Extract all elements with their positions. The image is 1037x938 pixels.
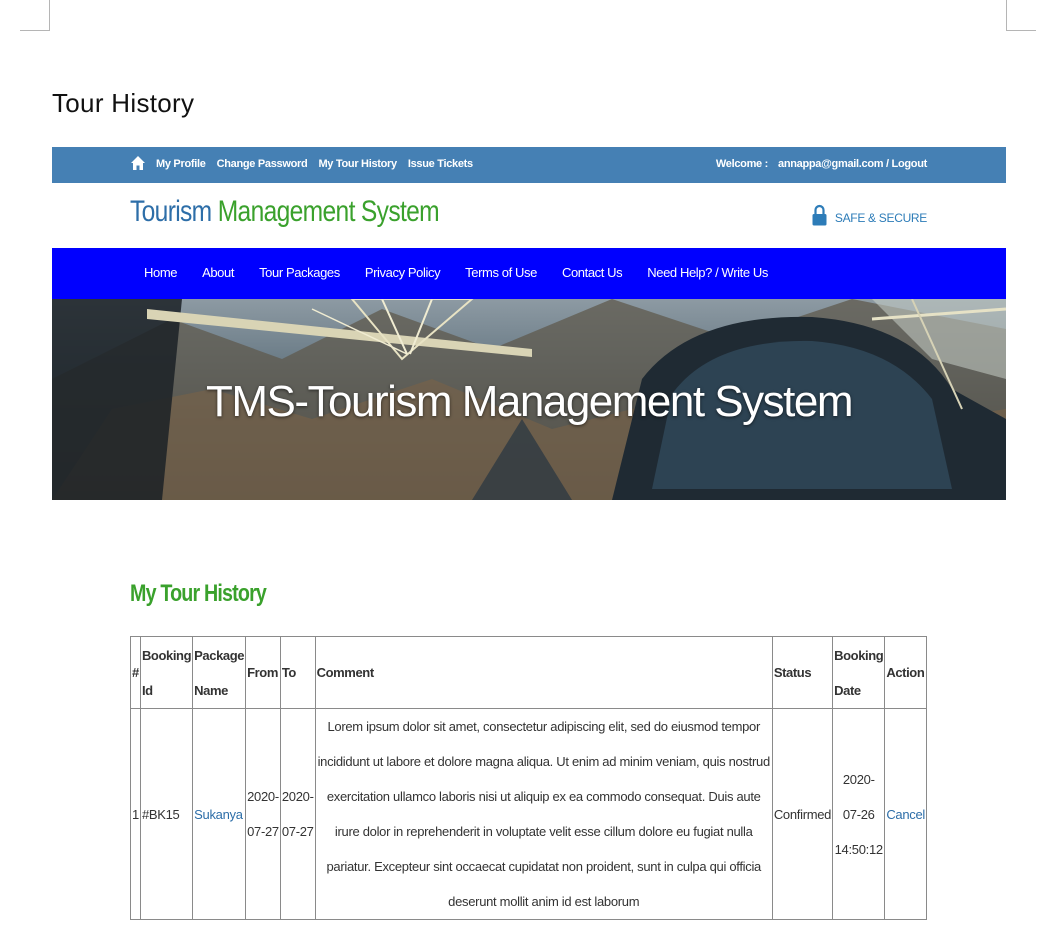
column-header-number: # <box>130 636 141 709</box>
cell-package-name: Sukanya <box>192 708 247 920</box>
cell-status: Confirmed <box>771 708 834 920</box>
package-link[interactable]: Sukanya <box>194 807 243 822</box>
tour-history-table: # Booking Id Package Name From To Commen… <box>130 636 927 920</box>
nav-contact-us[interactable]: Contact Us <box>562 265 623 280</box>
logo-part-2: Management System <box>217 195 440 228</box>
nav-need-help[interactable]: Need Help? / Write Us <box>647 265 768 280</box>
column-header-status: Status <box>771 636 834 709</box>
page-corner-mark <box>49 0 50 30</box>
logout-link[interactable]: annappa@gmail.com / Logout <box>778 158 927 170</box>
nav-home[interactable]: Home <box>144 265 177 280</box>
nav-change-password[interactable]: Change Password <box>217 158 308 170</box>
column-header-action: Action <box>884 636 927 709</box>
nav-tour-packages[interactable]: Tour Packages <box>259 265 340 280</box>
column-header-booking-id: Booking Id <box>139 636 194 709</box>
website-screenshot: My Profile Change Password My Tour Histo… <box>52 147 1006 500</box>
hero-banner: TMS-Tourism Management System <box>52 299 1006 500</box>
secure-label: SAFE & SECURE <box>834 211 927 225</box>
column-header-from: From <box>245 636 281 709</box>
column-header-to: To <box>279 636 316 709</box>
cell-from: 2020-07-27 <box>245 708 281 920</box>
welcome-label: Welcome : <box>715 158 768 170</box>
nav-about[interactable]: About <box>202 265 234 280</box>
page-corner-mark <box>1006 0 1007 30</box>
table-header-row: # Booking Id Package Name From To Commen… <box>130 636 927 709</box>
lock-icon <box>812 204 827 226</box>
home-icon[interactable] <box>130 155 146 171</box>
top-bar: My Profile Change Password My Tour Histo… <box>52 147 1006 183</box>
top-nav: My Profile Change Password My Tour Histo… <box>156 158 473 170</box>
site-logo[interactable]: Tourism Management System <box>130 195 440 229</box>
nav-issue-tickets[interactable]: Issue Tickets <box>408 158 473 170</box>
cell-action: Cancel <box>884 708 927 920</box>
welcome-area: Welcome : annappa@gmail.com / Logout <box>716 158 927 170</box>
column-header-comment: Comment <box>314 636 773 709</box>
column-header-package-name: Package Name <box>192 636 247 709</box>
cell-number: 1 <box>130 708 141 920</box>
page-corner-mark <box>1006 30 1036 31</box>
safe-secure-badge: SAFE & SECURE <box>812 204 927 226</box>
nav-my-tour-history[interactable]: My Tour History <box>318 158 397 170</box>
logo-part-1: Tourism <box>130 195 212 228</box>
nav-terms-of-use[interactable]: Terms of Use <box>465 265 537 280</box>
section-title: My Tour History <box>130 580 267 607</box>
nav-privacy-policy[interactable]: Privacy Policy <box>365 265 441 280</box>
document-heading: Tour History <box>52 88 195 118</box>
column-header-booking-date: Booking Date <box>832 636 886 709</box>
cancel-link[interactable]: Cancel <box>886 807 925 822</box>
cell-comment: Lorem ipsum dolor sit amet, consectetur … <box>314 708 773 920</box>
cell-booking-date: 2020-07-26 14:50:12 <box>832 708 886 920</box>
table-row: 1 #BK15 Sukanya 2020-07-27 2020-07-27 Lo… <box>130 708 927 920</box>
nav-my-profile[interactable]: My Profile <box>156 158 206 170</box>
main-nav: Home About Tour Packages Privacy Policy … <box>52 248 1006 299</box>
banner-title: TMS-Tourism Management System <box>205 377 854 426</box>
brand-row: Tourism Management System SAFE & SECURE <box>52 183 1006 248</box>
cell-to: 2020-07-27 <box>279 708 316 920</box>
cell-booking-id: #BK15 <box>139 708 194 920</box>
page-corner-mark <box>20 30 50 31</box>
